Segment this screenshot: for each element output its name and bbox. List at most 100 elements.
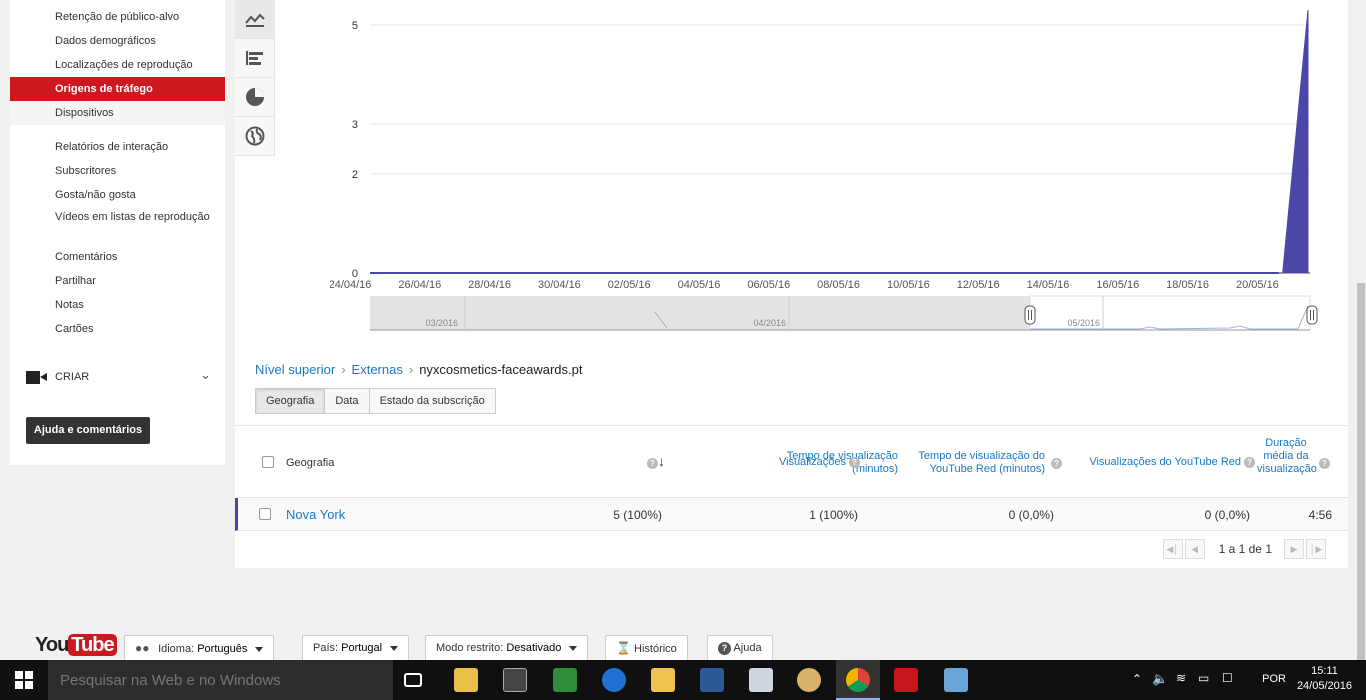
history-button[interactable]: ⌛ Histórico (605, 635, 688, 662)
battery-icon[interactable]: ▭ (1198, 671, 1209, 685)
help-icon[interactable]: ? (1319, 458, 1330, 469)
breadcrumb-top-level[interactable]: Nível superior (255, 362, 335, 377)
cell-red-watch-time: 0 (0,0%) (1008, 508, 1054, 522)
page-scrollbar[interactable] (1356, 0, 1366, 660)
tab-subscription-status[interactable]: Estado da subscrição (369, 389, 495, 413)
create-label: CRIAR (55, 371, 90, 383)
sidebar-item-sharing[interactable]: Partilhar (10, 274, 225, 289)
wifi-icon[interactable]: ≋ (1176, 671, 1186, 685)
video-camera-icon (26, 371, 47, 384)
header-red-watch-time[interactable]: Tempo de visualização do YouTube Red (mi… (895, 450, 1045, 476)
help-icon[interactable]: ? (849, 456, 860, 468)
table-row: Nova York 5 (100%) 1 (100%) 0 (0,0%) 0 (… (235, 498, 1348, 531)
timeline-unselected (370, 296, 1030, 330)
main-panel: 0 2 3 5 24/04/16 26/04/16 28/04/16 30/04/16 02/0… (235, 0, 1348, 568)
media-app-icon[interactable] (503, 668, 527, 692)
system-tray: ⌃ 🔈 ≋ ▭ ☐ POR 15:11 24/05/2016 (1126, 660, 1366, 700)
spreadsheet-app-icon[interactable] (553, 668, 577, 692)
first-page-button[interactable]: ◀│ (1162, 539, 1183, 559)
taskbar-search-input[interactable] (48, 660, 393, 700)
header-red-views[interactable]: Visualizações do YouTube Red? (1075, 456, 1255, 469)
chevron-down-icon[interactable]: ⌄ (200, 367, 211, 383)
help-icon[interactable]: ? (647, 458, 658, 469)
system-clock[interactable]: 15:11 24/05/2016 (1297, 664, 1352, 694)
sidebar-item-comments[interactable]: Comentários (10, 250, 225, 265)
row-checkbox[interactable] (259, 508, 271, 520)
sidebar-item-subscribers[interactable]: Subscritores (10, 164, 225, 179)
x-tick-label: 06/05/16 (747, 279, 790, 291)
row-geography-link[interactable]: Nova York (286, 507, 345, 522)
timeline-label: 05/2016 (1067, 318, 1100, 328)
select-all-checkbox[interactable] (262, 456, 274, 468)
folder-app-icon[interactable] (651, 668, 675, 692)
help-button[interactable]: ? Ajuda (707, 635, 773, 662)
country-selector[interactable]: País: Portugal (302, 635, 410, 662)
sidebar-item-interaction-reports[interactable]: Relatórios de interação (10, 140, 225, 155)
word-app-icon[interactable] (700, 668, 724, 692)
image-viewer-icon[interactable] (944, 668, 968, 692)
breadcrumb-current: nyxcosmetics-faceawards.pt (419, 362, 583, 377)
create-section[interactable]: CRIAR ⌄ (10, 366, 225, 388)
last-page-button[interactable]: │▶ (1306, 539, 1326, 559)
sidebar-item-annotations[interactable]: Notas (10, 298, 225, 313)
dimension-tabs: Geografia Data Estado da subscrição (255, 388, 496, 414)
header-avg-duration[interactable]: Duração média da visualização (1257, 437, 1317, 476)
taskbar-search[interactable] (48, 660, 393, 700)
sidebar-item-audience-retention[interactable]: Retenção de público-alvo (10, 10, 225, 25)
help-icon[interactable]: ? (1244, 456, 1255, 468)
restricted-mode-selector[interactable]: Modo restrito: Desativado (425, 635, 589, 662)
table-header: Geografia Tempo de visualização (minutos… (235, 425, 1348, 498)
sidebar-item-playback-locations[interactable]: Localizações de reprodução (10, 58, 225, 73)
sidebar-item-cards[interactable]: Cartões (10, 322, 225, 337)
sidebar-item-demographics[interactable]: Dados demográficos (10, 34, 225, 49)
notifications-icon[interactable]: ☐ (1222, 671, 1233, 685)
x-tick-label: 02/05/16 (608, 279, 651, 291)
bar-chart-icon[interactable] (235, 39, 275, 78)
header-views[interactable]: Visualizações? (755, 456, 860, 469)
sidebar-item-likes[interactable]: Gosta/não gosta (10, 188, 225, 203)
prev-page-button[interactable]: ◀ (1184, 539, 1205, 559)
palette-app-icon[interactable] (797, 668, 821, 692)
chevron-up-icon[interactable]: ⌃ (1132, 672, 1142, 686)
scrollbar-thumb[interactable] (1357, 283, 1365, 660)
tab-geography[interactable]: Geografia (256, 389, 326, 413)
series-area (1282, 9, 1309, 274)
input-language[interactable]: POR (1262, 673, 1286, 685)
pdf-reader-icon[interactable] (894, 668, 918, 692)
chrome-browser-icon[interactable] (846, 668, 870, 692)
sidebar-item-traffic-sources[interactable]: Origens de tráfego (10, 77, 225, 101)
x-tick-label: 08/05/16 (817, 279, 860, 291)
help-feedback-button[interactable]: Ajuda e comentários (26, 417, 150, 444)
globe-icon[interactable] (235, 117, 275, 156)
language-selector[interactable]: ●● Idioma: Português (124, 635, 275, 662)
x-tick-label: 24/04/16 (330, 279, 371, 291)
pie-chart-icon[interactable] (235, 78, 275, 117)
x-tick-label: 04/05/16 (678, 279, 721, 291)
task-view-icon[interactable] (404, 673, 422, 687)
pagination: ◀│ ◀ 1 a 1 de 1 ▶ │▶ (1162, 539, 1328, 559)
x-tick-label: 10/05/16 (887, 279, 930, 291)
breadcrumb-external[interactable]: Externas (352, 362, 403, 377)
breadcrumb: Nível superior › Externas › nyxcosmetics-fac… (255, 362, 583, 377)
windows-start-icon[interactable] (0, 660, 48, 700)
youtube-logo[interactable]: You Tube (35, 634, 117, 657)
tab-date[interactable]: Data (325, 389, 370, 413)
hourglass-icon: ⌛ (616, 641, 631, 655)
edge-browser-icon[interactable] (602, 668, 626, 692)
x-tick-label: 16/05/16 (1096, 279, 1139, 291)
paint-app-icon[interactable] (749, 668, 773, 692)
x-tick-label: 26/04/16 (398, 279, 441, 291)
sort-down-arrow-icon[interactable]: ↓ (658, 453, 665, 469)
speaker-icon[interactable]: 🔈 (1152, 671, 1168, 687)
file-explorer-app-icon[interactable] (454, 668, 478, 692)
help-icon[interactable]: ? (1051, 458, 1062, 469)
timeline-handle (1024, 305, 1036, 325)
sidebar-item-playlists[interactable]: Vídeos em listas de reprodução (10, 210, 215, 225)
next-page-button[interactable]: ▶ (1284, 539, 1304, 559)
sidebar-item-devices[interactable]: Dispositivos (10, 101, 225, 125)
x-tick-label: 20/05/16 (1236, 279, 1279, 291)
cell-watch-time: 5 (100%) (613, 508, 662, 522)
cell-red-views: 0 (0,0%) (1204, 508, 1250, 522)
line-chart-icon[interactable] (235, 0, 275, 39)
timeline-label: 03/2016 (425, 318, 458, 328)
